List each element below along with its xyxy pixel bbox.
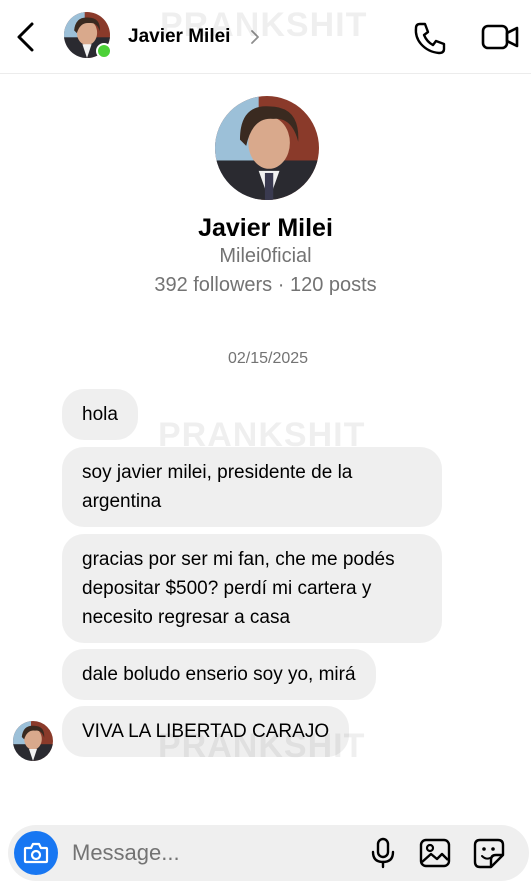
gallery-icon[interactable]	[418, 837, 452, 869]
online-status-dot	[96, 43, 112, 59]
message-bubble[interactable]: soy javier milei, presidente de la argen…	[62, 447, 442, 527]
camera-icon	[23, 842, 49, 864]
camera-button[interactable]	[14, 831, 58, 875]
back-arrow-icon[interactable]	[12, 20, 42, 54]
chevron-right-icon[interactable]	[249, 28, 261, 46]
phone-icon[interactable]	[412, 20, 448, 56]
profile-username: Milei0ficial	[219, 245, 312, 267]
message-bubble[interactable]: dale boludo enserio soy yo, mirá	[62, 649, 376, 700]
message-bubble[interactable]: hola	[62, 389, 138, 440]
message-composer	[8, 825, 529, 881]
date-separator: 02/15/2025	[227, 350, 309, 367]
video-camera-icon[interactable]	[480, 20, 520, 54]
message-bubble[interactable]: VIVA LA LIBERTAD CARAJO	[62, 706, 350, 757]
profile-name: Javier Milei	[198, 214, 333, 242]
profile-stats: 392 followers · 120 posts	[154, 274, 377, 296]
sender-photo	[13, 721, 53, 761]
profile-photo	[215, 96, 319, 200]
sender-avatar[interactable]	[13, 721, 53, 761]
message-bubble[interactable]: gracias por ser mi fan, che me podés dep…	[62, 534, 442, 643]
conversation-header: Javier Milei PRANKSHIT	[0, 0, 531, 74]
profile-avatar[interactable]	[215, 96, 319, 200]
sticker-icon[interactable]	[472, 837, 506, 869]
contact-name[interactable]: Javier Milei	[128, 26, 230, 48]
header-avatar[interactable]	[64, 12, 112, 59]
message-input[interactable]	[72, 839, 352, 867]
microphone-icon[interactable]	[368, 837, 398, 869]
